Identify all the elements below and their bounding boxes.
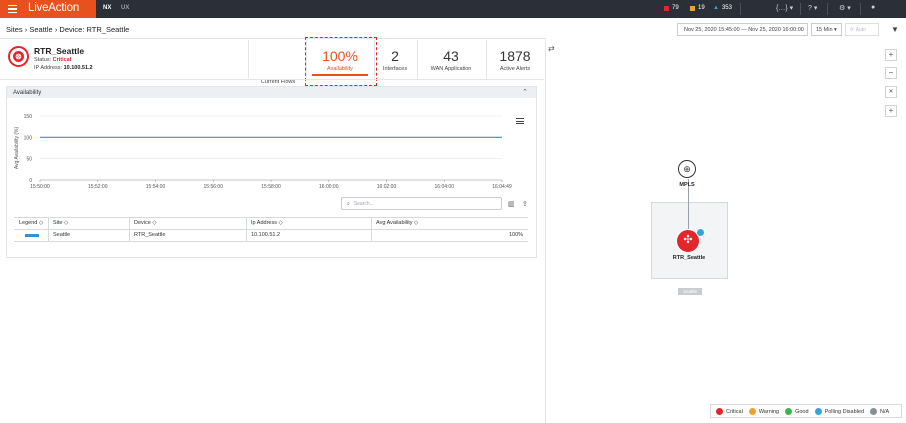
- critical-icon: [664, 5, 669, 11]
- device-ip: IP Address: 10.100.51.2: [34, 65, 93, 71]
- legend-swatch: [25, 234, 39, 237]
- y-tick-label: 50: [26, 157, 32, 163]
- legend-na: N/A: [870, 407, 889, 415]
- col-avg-availability[interactable]: Avg Availability ◇: [376, 220, 418, 226]
- search-input[interactable]: ⌕ Search...: [341, 197, 502, 210]
- code-brackets-icon[interactable]: {…} ▾: [776, 4, 793, 12]
- stat-current-flows[interactable]: Current Flows: [250, 40, 306, 85]
- stat-interfaces[interactable]: 2 Interfaces: [374, 40, 416, 78]
- divider: [827, 3, 828, 15]
- legend-warning: Warning: [748, 407, 779, 415]
- breadcrumb-sites[interactable]: Sites: [6, 25, 23, 34]
- site-label: Seattle: [678, 288, 702, 295]
- divider: [0, 79, 544, 80]
- panel-title: Availability: [13, 90, 42, 96]
- auto-refresh-toggle[interactable]: ⟳ Auto: [845, 23, 879, 36]
- cell-device: RTR_Seattle: [134, 232, 166, 238]
- x-tick-label: 15:50:00: [30, 184, 50, 190]
- y-axis-label: Avg Availability (%): [14, 127, 20, 170]
- cell-site: Seattle: [53, 232, 71, 238]
- critical-alert-count[interactable]: 79: [664, 5, 679, 11]
- swap-icon[interactable]: ⇄: [548, 44, 555, 53]
- y-tick-label: 100: [24, 135, 33, 141]
- time-range-picker[interactable]: Nov 25, 2020 15:45:00 — Nov 25, 2020 16:…: [677, 23, 808, 36]
- fit-view-button[interactable]: ✕: [885, 86, 897, 98]
- x-tick-label: 16:02:00: [377, 184, 397, 190]
- device-name: RTR_Seattle: [34, 46, 85, 56]
- stat-wan-application[interactable]: 43 WAN Application: [417, 40, 485, 78]
- x-tick-label: 15:52:00: [88, 184, 108, 190]
- col-legend[interactable]: Legend ◇: [19, 220, 43, 226]
- legend-critical: Critical: [716, 407, 743, 415]
- mpls-cloud-icon[interactable]: ⊕: [678, 160, 696, 178]
- x-tick-label: 16:04:49: [492, 184, 512, 190]
- user-icon[interactable]: ●: [871, 4, 875, 11]
- nav-ux[interactable]: UX: [121, 5, 129, 11]
- cell-avg-availability: 100%: [509, 232, 524, 238]
- search-icon: ⌕: [347, 200, 350, 207]
- columns-icon[interactable]: ▥: [508, 200, 515, 208]
- bell-icon: ▲: [713, 5, 719, 11]
- mpls-label: MPLS: [679, 182, 695, 188]
- warning-icon: [690, 5, 695, 11]
- divider: [740, 3, 741, 15]
- logo[interactable]: LiveAction: [0, 0, 96, 18]
- critical-status-icon: ⊗: [8, 46, 29, 67]
- status-legend: Critical Warning Good Polling Disabled N…: [710, 404, 902, 418]
- divider: [800, 3, 801, 15]
- collapse-icon[interactable]: ⌃: [522, 88, 528, 96]
- top-bar: LiveAction NX UX 79 19 ▲ 353 {…} ▾ ? ▾ ⚙ …: [0, 0, 906, 18]
- router-label: RTR_Seattle: [672, 255, 706, 261]
- availability-chart: 05010015015:50:00 15:52:00 15:54:00 15:56:0…: [14, 114, 512, 190]
- stat-active-alerts[interactable]: 1878 Active Alerts: [486, 40, 544, 78]
- divider: [248, 40, 249, 78]
- logo-text: LiveAction: [28, 2, 80, 14]
- col-site[interactable]: Site ◇: [53, 220, 68, 226]
- add-node-button[interactable]: +: [885, 105, 897, 117]
- y-tick-label: 150: [24, 114, 33, 120]
- interval-select[interactable]: 15 Min ▾: [811, 23, 842, 36]
- divider: [14, 229, 528, 230]
- zoom-in-button[interactable]: +: [885, 49, 897, 61]
- export-icon[interactable]: ⇪: [522, 200, 528, 208]
- panel-header[interactable]: Availability ⌃: [7, 87, 536, 98]
- gear-icon[interactable]: ⚙ ▾: [839, 4, 851, 12]
- divider: [860, 3, 861, 15]
- divider: [14, 241, 528, 242]
- legend-polling-disabled: Polling Disabled: [814, 407, 864, 415]
- breadcrumb-device: Device: RTR_Seattle: [59, 25, 130, 34]
- warning-alert-count[interactable]: 19: [690, 5, 705, 11]
- x-tick-label: 15:56:00: [204, 184, 224, 190]
- breadcrumb: Sites › Seattle › Device: RTR_Seattle: [6, 25, 129, 34]
- filter-icon[interactable]: ▼: [891, 25, 899, 34]
- info-alert-count[interactable]: ▲ 353: [713, 5, 732, 11]
- help-icon[interactable]: ? ▾: [808, 4, 817, 12]
- breadcrumb-site[interactable]: Seattle: [29, 25, 52, 34]
- legend-good: Good: [785, 407, 809, 415]
- nav-nx[interactable]: NX: [103, 5, 111, 11]
- col-ip-address[interactable]: Ip Address ◇: [251, 220, 283, 226]
- x-tick-label: 16:00:00: [319, 184, 339, 190]
- menu-icon[interactable]: [8, 5, 17, 13]
- device-status: Status: Critical: [34, 57, 72, 63]
- x-tick-label: 16:04:00: [435, 184, 455, 190]
- x-tick-label: 15:58:00: [261, 184, 281, 190]
- col-device[interactable]: Device ◇: [134, 220, 157, 226]
- polling-badge-icon: [696, 228, 705, 237]
- divider: [14, 217, 528, 218]
- zoom-out-button[interactable]: −: [885, 67, 897, 79]
- cell-ip: 10.100.51.2: [251, 232, 281, 238]
- x-tick-label: 15:54:00: [146, 184, 166, 190]
